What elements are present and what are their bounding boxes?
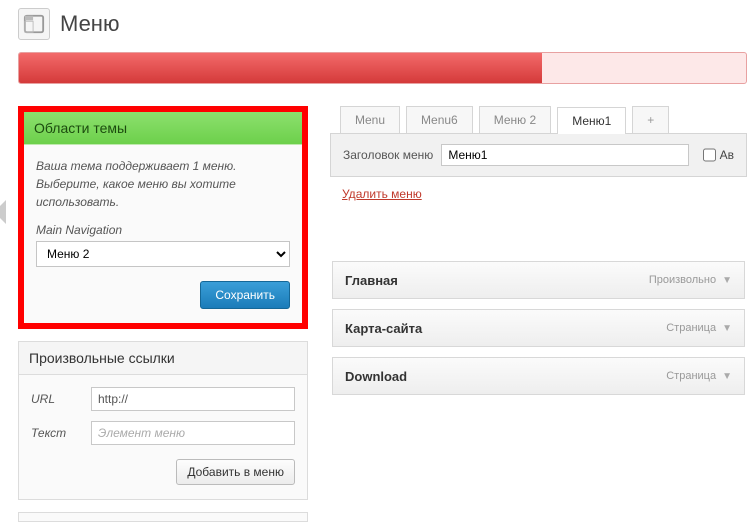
delete-menu-link[interactable]: Удалить меню [342, 187, 422, 201]
notice-bar-fill [19, 53, 542, 83]
link-text-label: Текст [31, 426, 81, 440]
theme-locations-panel: Области темы Ваша тема поддерживает 1 ме… [18, 106, 308, 329]
menu-tabs: Menu Menu6 Меню 2 Меню1 + [330, 106, 747, 134]
link-text-input[interactable] [91, 421, 295, 445]
menu-name-bar: Заголовок меню Ав [330, 134, 747, 177]
menu-item[interactable]: Карта-сайта Страница ▼ [332, 309, 745, 347]
collapse-arrow-icon[interactable] [0, 200, 12, 224]
auto-add-label: Ав [720, 148, 734, 162]
menu-item-title: Главная [345, 273, 398, 288]
location-label: Main Navigation [36, 223, 290, 237]
location-select[interactable]: Меню 2 [36, 241, 290, 267]
chevron-down-icon[interactable]: ▼ [722, 371, 732, 382]
custom-links-panel: Произвольные ссылки URL Текст Добавить в… [18, 341, 308, 500]
theme-locations-heading: Области темы [24, 112, 302, 145]
menu-item-title: Download [345, 369, 407, 384]
tab-menu[interactable]: Menu [340, 106, 400, 133]
menu-icon [18, 8, 50, 40]
menu-item-type: Страница [666, 322, 716, 334]
url-label: URL [31, 392, 81, 406]
notice-bar [18, 52, 747, 84]
menu-items-list: Главная Произвольно ▼ Карта-сайта Страни… [330, 261, 747, 395]
chevron-down-icon[interactable]: ▼ [722, 275, 732, 286]
chevron-down-icon[interactable]: ▼ [722, 323, 732, 334]
tab-menu6[interactable]: Menu6 [406, 106, 473, 133]
page-title: Меню [60, 11, 119, 37]
tab-menu1[interactable]: Меню1 [557, 107, 626, 134]
auto-add-checkbox[interactable] [703, 144, 716, 166]
tab-menu-2[interactable]: Меню 2 [479, 106, 551, 133]
menu-item-type: Страница [666, 370, 716, 382]
tab-add[interactable]: + [632, 106, 669, 133]
menu-item-type: Произвольно [649, 274, 716, 286]
auto-add-checkbox-wrap[interactable]: Ав [703, 144, 734, 166]
menu-item[interactable]: Download Страница ▼ [332, 357, 745, 395]
custom-links-heading: Произвольные ссылки [19, 342, 307, 375]
menu-name-label: Заголовок меню [343, 148, 433, 162]
add-to-menu-button[interactable]: Добавить в меню [176, 459, 295, 485]
theme-locations-help: Ваша тема поддерживает 1 меню. Выберите,… [36, 157, 290, 211]
menu-item-title: Карта-сайта [345, 321, 422, 336]
menu-name-input[interactable] [441, 144, 688, 166]
save-button[interactable]: Сохранить [200, 281, 290, 309]
page-header: Меню [18, 8, 747, 40]
menu-item[interactable]: Главная Произвольно ▼ [332, 261, 745, 299]
collapsed-panel [18, 512, 308, 522]
url-input[interactable] [91, 387, 295, 411]
